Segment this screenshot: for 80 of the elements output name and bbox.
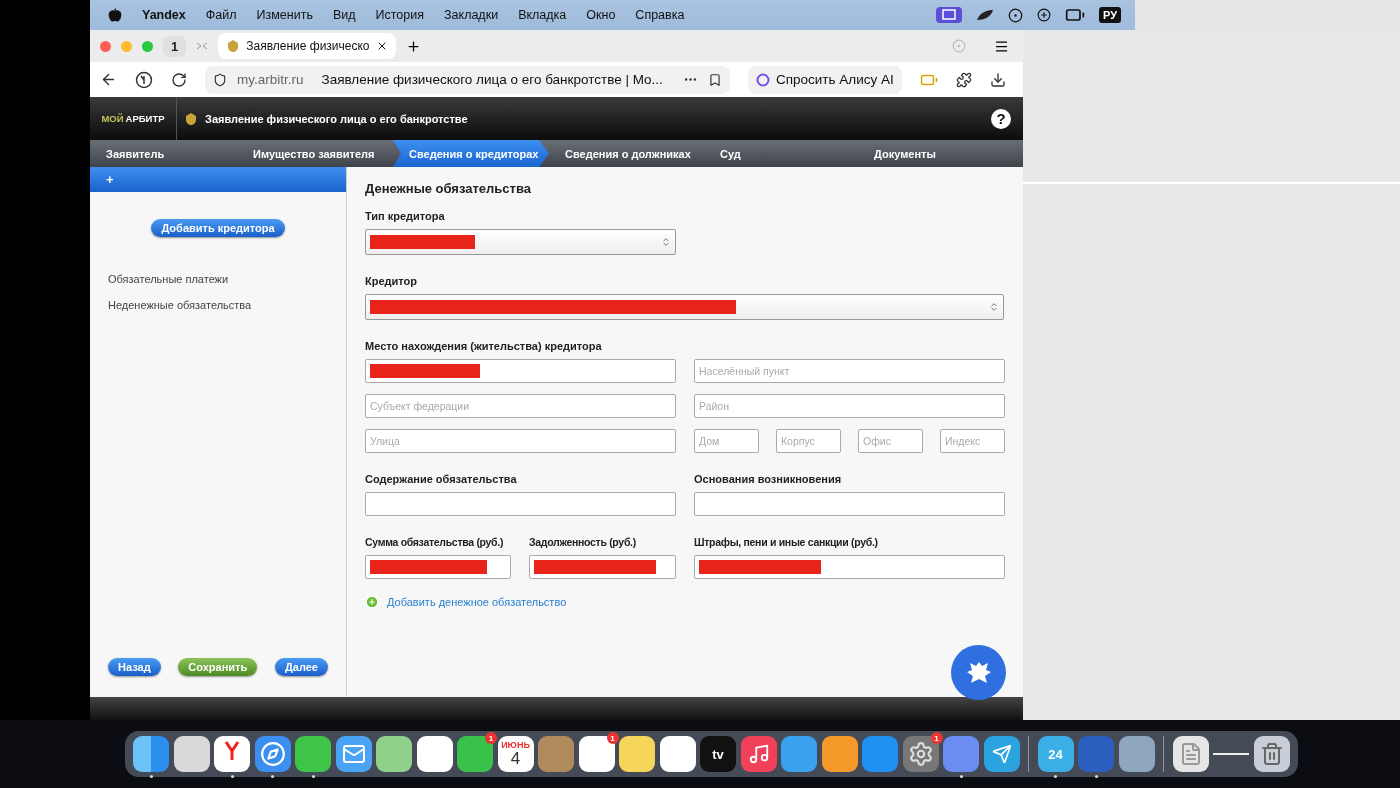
calendar-icon[interactable]: ИЮНЬ 4 [497, 736, 534, 772]
envelope-icon[interactable] [335, 736, 372, 772]
field-label: Кредитор [365, 275, 418, 287]
input-field[interactable] [365, 555, 511, 579]
close-window-icon[interactable] [100, 40, 111, 52]
menu-item[interactable]: Вкладка [518, 8, 567, 22]
extension-icon[interactable] [955, 71, 972, 88]
nav-button[interactable]: Далее [274, 658, 328, 676]
menu-icon[interactable] [994, 38, 1009, 54]
add-creditor-tab[interactable]: + [90, 167, 346, 192]
select-field[interactable] [365, 229, 676, 255]
input-field[interactable] [365, 359, 676, 383]
reload-icon[interactable] [171, 71, 187, 88]
menu-item[interactable]: Закладки [444, 8, 499, 22]
stepper-icon [989, 302, 999, 312]
step-tab[interactable]: Документы [858, 140, 1023, 167]
plus-circle-icon[interactable] [1036, 8, 1051, 22]
sidebar-link[interactable]: Обязательные платежи [108, 273, 346, 285]
field-label: Основания возникновения [694, 473, 843, 485]
menu-item[interactable]: Изменить [256, 8, 313, 22]
shield-icon [213, 72, 227, 87]
add-obligation-link[interactable]: Добавить денежное обязательство [365, 595, 567, 609]
menu-item[interactable]: Окно [586, 8, 616, 22]
screen-icon[interactable] [935, 7, 962, 23]
notification-badge: 1 [485, 732, 497, 744]
step-tab[interactable]: Заявитель [90, 140, 237, 167]
field-label: Место нахождения (жительства) кредитора [365, 340, 603, 352]
notification-badge: 1 [930, 732, 943, 744]
section-title: Денежные обязательства [365, 181, 532, 196]
step-tab[interactable]: Суд [704, 140, 858, 167]
add-creditor-button[interactable]: Добавить кредитора [151, 219, 285, 237]
leaf-icon[interactable] [975, 9, 994, 21]
compass-icon[interactable] [254, 736, 291, 772]
field-label: Сумма обязательства (руб.) [365, 536, 505, 548]
menu-item[interactable]: Справка [635, 8, 685, 22]
new-tab-icon[interactable] [405, 38, 421, 54]
browser-y-icon[interactable] [214, 736, 250, 772]
field-label: Содержание обязательства [365, 473, 518, 485]
tab-count[interactable]: 1 [163, 35, 187, 57]
ring-icon [756, 72, 770, 87]
field-label: Задолженность (руб.) [529, 536, 637, 548]
step-tab[interactable]: Сведения о кредиторах [393, 140, 549, 167]
paper-plane-icon[interactable] [983, 736, 1020, 772]
tv-app-icon[interactable]: tv [700, 736, 736, 772]
menu-app-name[interactable]: Yandex [142, 8, 186, 22]
sidebar-link[interactable]: Неденежные обязательства [108, 299, 346, 311]
menu-item[interactable]: Файл [205, 8, 237, 22]
nav-button[interactable]: Назад [108, 658, 161, 676]
input-field[interactable] [694, 492, 1005, 516]
bookmark-icon[interactable] [708, 72, 722, 87]
trash-icon[interactable] [1253, 736, 1290, 772]
stepper-icon [661, 237, 671, 247]
field-label: Штрафы, пени и иные санкции (руб.) [694, 536, 879, 548]
input-field[interactable] [365, 492, 676, 516]
music-note-icon[interactable] [740, 736, 777, 772]
add-icon [365, 595, 379, 609]
document-icon[interactable] [1172, 736, 1209, 772]
browser-tab[interactable]: Заявление физическо [218, 33, 396, 59]
page-heading: Заявление физического лица о его банкротстве [205, 112, 468, 125]
download-icon[interactable] [989, 71, 1006, 88]
select-field[interactable] [365, 294, 1004, 320]
input-field[interactable] [529, 555, 676, 579]
address-bar[interactable]: my.arbitr.ru Заявление физического лица о его банкротстве | Мо... [205, 65, 730, 94]
emblem-button[interactable] [951, 645, 1006, 700]
field-label: Тип кредитора [365, 210, 446, 222]
input-field[interactable] [694, 555, 1005, 579]
ask-alice-button[interactable]: Спросить Алису AI [748, 65, 902, 94]
step-tab[interactable]: Имущество заявителя [237, 140, 393, 167]
step-tab[interactable]: Сведения о должниках [549, 140, 704, 167]
emblem-icon [185, 111, 197, 126]
menu-item[interactable]: Вид [332, 8, 356, 22]
notification-badge: 1 [606, 732, 619, 744]
letter-circle-icon[interactable] [135, 70, 153, 89]
apple-logo-icon[interactable] [108, 8, 122, 22]
emblem-icon [226, 39, 241, 53]
circle-icon[interactable] [1007, 7, 1023, 23]
back-icon[interactable] [100, 71, 117, 88]
input-source-indicator[interactable]: РУ [1098, 7, 1121, 23]
menu-item[interactable]: История [375, 8, 424, 22]
help-button[interactable]: ? [991, 108, 1011, 129]
